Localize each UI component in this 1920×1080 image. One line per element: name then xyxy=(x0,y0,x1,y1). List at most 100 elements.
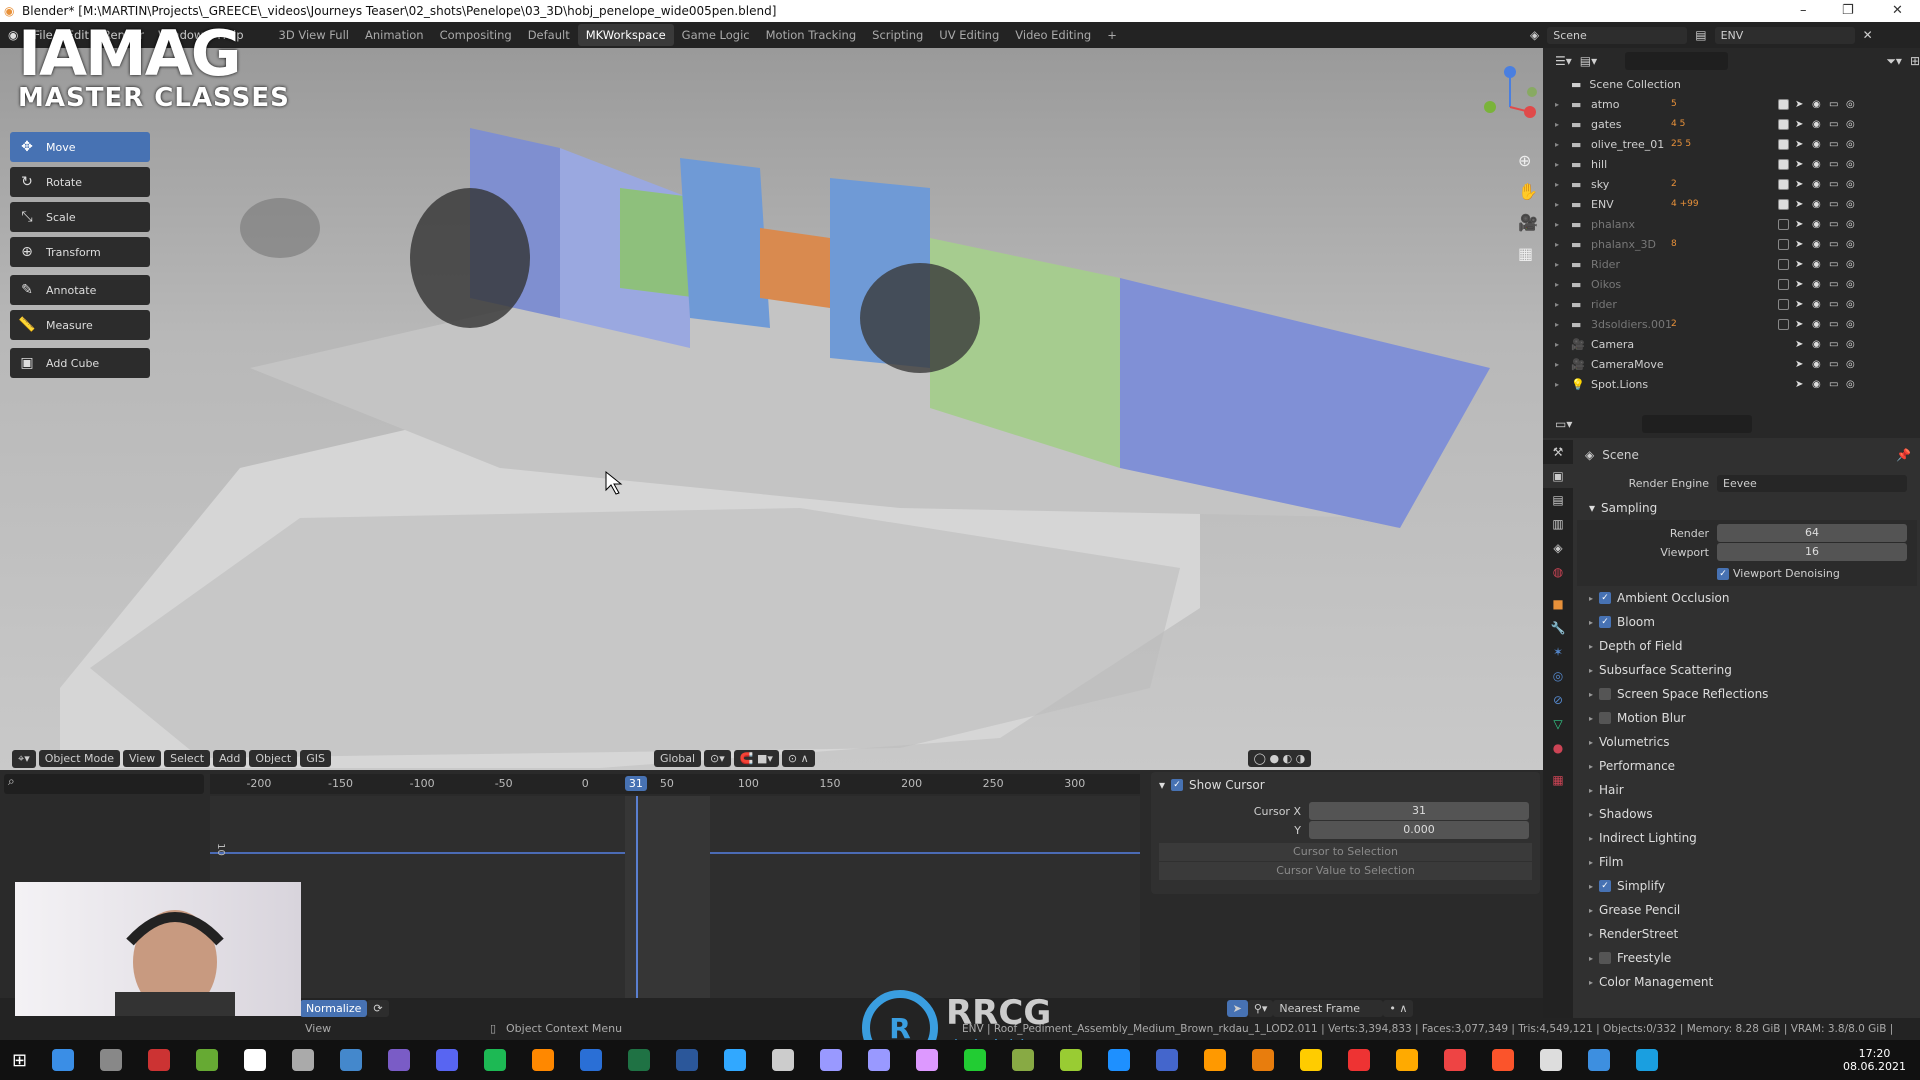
taskbar-app-icon[interactable] xyxy=(964,1049,987,1071)
mode-dropdown[interactable]: Object Mode xyxy=(38,750,121,767)
menu-add[interactable]: Add xyxy=(213,750,247,767)
outliner-row[interactable]: ▸ ▬ rider ➤ ◉ ▭ ◎ xyxy=(1543,294,1920,314)
cursor-y-field[interactable]: 0.000 xyxy=(1309,821,1529,839)
taskbar-app-icon[interactable] xyxy=(100,1049,123,1071)
panel-enable-checkbox[interactable]: ✓ xyxy=(1599,712,1612,724)
render-camera-icon[interactable]: ◎ xyxy=(1846,259,1857,270)
outliner-row[interactable]: ▸ ▬ Oikos ➤ ◉ ▭ ◎ xyxy=(1543,274,1920,294)
exclude-checkbox[interactable] xyxy=(1778,238,1789,250)
panel-enable-checkbox[interactable]: ✓ xyxy=(1599,880,1612,892)
panel-ambient-occlusion[interactable]: ▸ ✓ Ambient Occlusion xyxy=(1577,586,1917,610)
outliner-search-input[interactable] xyxy=(1625,52,1729,70)
visibility-eye-icon[interactable]: ◉ xyxy=(1812,179,1823,190)
workspace-tab[interactable]: Scripting xyxy=(864,24,931,46)
normalize-toggle[interactable]: Normalize xyxy=(300,999,368,1017)
panel-color-management[interactable]: ▸ Color Management xyxy=(1577,970,1917,994)
taskbar-app-icon[interactable] xyxy=(1204,1049,1227,1071)
frame-ruler[interactable]: -200 -150 -100 -50 0 50 100 150 200 250 300 31 xyxy=(210,774,1140,794)
output-icon[interactable]: ▤ xyxy=(1543,488,1573,512)
outliner-item-name[interactable]: Rider xyxy=(1591,258,1671,271)
workspace-tab[interactable]: Video Editing xyxy=(1007,24,1099,46)
pan-hand-icon[interactable]: ✋ xyxy=(1518,176,1540,207)
workspace-tab[interactable]: Game Logic xyxy=(674,24,758,46)
cursor-value-to-selection-button[interactable]: Cursor Value to Selection xyxy=(1159,862,1532,880)
panel-motion-blur[interactable]: ▸ ✓ Motion Blur xyxy=(1577,706,1917,730)
object-icon[interactable]: ■ xyxy=(1543,592,1573,616)
select-icon[interactable]: ➤ xyxy=(1795,219,1806,230)
outliner-item-name[interactable]: 3dsoldiers.001 xyxy=(1591,318,1672,331)
visibility-eye-icon[interactable]: ◉ xyxy=(1812,259,1823,270)
panel-grease-pencil[interactable]: ▸ Grease Pencil xyxy=(1577,898,1917,922)
refresh-icon[interactable]: ⟳ xyxy=(367,999,389,1017)
expand-arrow-icon[interactable]: ▸ xyxy=(1543,360,1571,369)
show-cursor-checkbox[interactable]: ✓ xyxy=(1171,779,1184,791)
expand-arrow-icon[interactable]: ▸ xyxy=(1543,340,1571,349)
render-camera-icon[interactable]: ◎ xyxy=(1846,279,1857,290)
render-camera-icon[interactable]: ◎ xyxy=(1846,379,1857,390)
exclude-checkbox[interactable] xyxy=(1778,218,1789,230)
taskbar-app-icon[interactable] xyxy=(580,1049,603,1071)
panel-bloom[interactable]: ▸ ✓ Bloom xyxy=(1577,610,1917,634)
select-tool-icon[interactable]: ➤ xyxy=(1226,999,1248,1017)
workspace-tab[interactable]: Motion Tracking xyxy=(758,24,865,46)
outliner-row[interactable]: ▸ ▬ gates 4 5 ➤ ◉ ▭ ◎ xyxy=(1543,114,1920,134)
menu-object[interactable]: Object xyxy=(249,750,298,767)
expand-arrow-icon[interactable]: ▸ xyxy=(1543,380,1571,389)
taskbar-app-icon[interactable] xyxy=(244,1049,267,1071)
visibility-eye-icon[interactable]: ◉ xyxy=(1812,379,1823,390)
cursor-x-field[interactable]: 31 xyxy=(1309,802,1529,820)
orientation-dropdown[interactable]: Global xyxy=(653,750,702,767)
view-layer-icon[interactable]: ▥ xyxy=(1543,512,1573,536)
exclude-checkbox[interactable] xyxy=(1778,118,1789,130)
select-icon[interactable]: ➤ xyxy=(1795,359,1806,370)
filter-icon[interactable]: ⏷▾ xyxy=(1886,54,1902,69)
tool-add-cube[interactable]: ▣ Add Cube xyxy=(10,348,150,378)
taskbar-app-icon[interactable] xyxy=(196,1049,219,1071)
world-icon[interactable]: ◍ xyxy=(1543,560,1573,584)
render-camera-icon[interactable]: ◎ xyxy=(1846,219,1857,230)
data-icon[interactable]: ▽ xyxy=(1543,712,1573,736)
viewport-samples-field[interactable]: 16 xyxy=(1717,543,1907,561)
expand-arrow-icon[interactable]: ▸ xyxy=(1543,160,1571,169)
viewport-monitor-icon[interactable]: ▭ xyxy=(1829,359,1840,370)
panel-subsurface-scattering[interactable]: ▸ Subsurface Scattering xyxy=(1577,658,1917,682)
taskbar-app-icon[interactable] xyxy=(916,1049,939,1071)
visibility-eye-icon[interactable]: ◉ xyxy=(1812,159,1823,170)
taskbar-app-icon[interactable] xyxy=(1396,1049,1419,1071)
navigation-gizmo[interactable]: ⊕ ✋ 🎥 ▦ xyxy=(1480,62,1540,269)
outliner-item-name[interactable]: hill xyxy=(1591,158,1671,171)
workspace-tab[interactable]: Compositing xyxy=(432,24,520,46)
visibility-eye-icon[interactable]: ◉ xyxy=(1812,219,1823,230)
panel-renderstreet[interactable]: ▸ RenderStreet xyxy=(1577,922,1917,946)
taskbar-app-icon[interactable] xyxy=(1300,1049,1323,1071)
tool-scale[interactable]: ⤡ Scale xyxy=(10,202,150,232)
taskbar-app-icon[interactable] xyxy=(1636,1049,1659,1071)
select-icon[interactable]: ➤ xyxy=(1795,119,1806,130)
panel-enable-checkbox[interactable]: ✓ xyxy=(1599,952,1612,964)
texture-icon[interactable]: ▦ xyxy=(1543,768,1573,792)
viewport-monitor-icon[interactable]: ▭ xyxy=(1829,159,1840,170)
pivot-icon[interactable]: ⊙▾ xyxy=(704,750,731,767)
shading-modes-icon[interactable]: ◯ ● ◐ ◑ xyxy=(1247,750,1312,767)
outliner-row[interactable]: ▸ ▬ atmo 5 ➤ ◉ ▭ ◎ xyxy=(1543,94,1920,114)
exclude-checkbox[interactable] xyxy=(1778,278,1789,290)
minimize-button[interactable]: – xyxy=(1800,0,1807,22)
panel-enable-checkbox[interactable]: ✓ xyxy=(1599,688,1612,700)
viewport-monitor-icon[interactable]: ▭ xyxy=(1829,279,1840,290)
taskbar-app-icon[interactable] xyxy=(1540,1049,1563,1071)
render-icon[interactable]: ▣ xyxy=(1543,464,1573,488)
viewport-monitor-icon[interactable]: ▭ xyxy=(1829,119,1840,130)
panel-enable-checkbox[interactable]: ✓ xyxy=(1599,616,1612,628)
new-collection-icon[interactable]: ⊞ xyxy=(1910,54,1920,68)
viewport-monitor-icon[interactable]: ▭ xyxy=(1829,219,1840,230)
viewport-monitor-icon[interactable]: ▭ xyxy=(1829,319,1840,330)
tool-measure[interactable]: 📏 Measure xyxy=(10,310,150,340)
taskbar-app-icon[interactable] xyxy=(1348,1049,1371,1071)
proportional-icon[interactable]: • ∧ xyxy=(1383,999,1414,1017)
outliner-item-name[interactable]: sky xyxy=(1591,178,1671,191)
visibility-eye-icon[interactable]: ◉ xyxy=(1812,119,1823,130)
taskbar-app-icon[interactable] xyxy=(436,1049,459,1071)
physics-icon[interactable]: ◎ xyxy=(1543,664,1573,688)
panel-simplify[interactable]: ▸ ✓ Simplify xyxy=(1577,874,1917,898)
render-camera-icon[interactable]: ◎ xyxy=(1846,99,1857,110)
